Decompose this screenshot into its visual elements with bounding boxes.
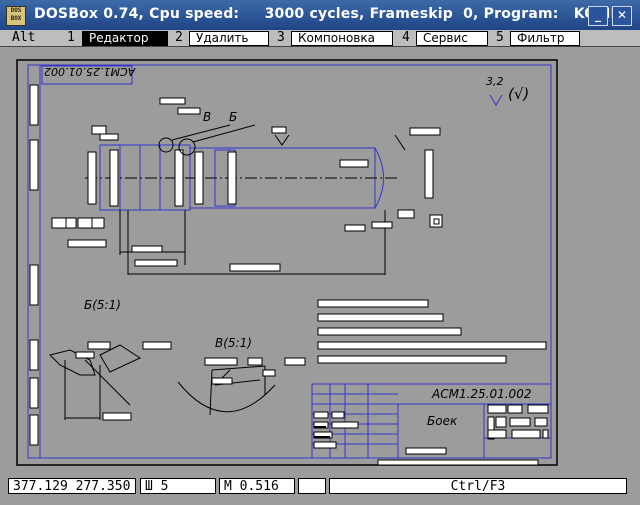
menu-number-5: 5: [496, 30, 504, 45]
window-title: DOSBox 0.74, Cpu speed: 3000 cycles, Fra…: [34, 6, 616, 22]
menu-number-2: 2: [175, 30, 183, 45]
coordinates-readout: 377.129 277.350: [8, 478, 136, 494]
menu-item-editor[interactable]: Редактор: [82, 31, 168, 46]
close-button[interactable]: ✕: [612, 6, 632, 26]
close-icon: ✕: [616, 8, 628, 22]
menu-item-layout[interactable]: Компоновка: [291, 31, 393, 46]
alt-label: Alt: [12, 30, 36, 45]
menu-number-1: 1: [67, 30, 75, 45]
detail-v-label: В(5:1): [215, 336, 252, 350]
rotated-stamp-code: АСМ1.25.01.002: [44, 65, 136, 78]
menu-bar: Alt 1 Редактор 2 Удалить 3 Компоновка 4 …: [0, 30, 640, 47]
drawing-sheet: [16, 59, 558, 466]
menu-item-delete[interactable]: Удалить: [189, 31, 269, 46]
part-name: Боек: [427, 414, 458, 428]
minimize-icon: _: [595, 8, 601, 22]
step-readout: Ш 5: [140, 478, 216, 494]
dosbox-app-icon[interactable]: DOS BOX: [6, 6, 26, 26]
detail-b-label: Б(5:1): [84, 298, 121, 312]
menu-number-3: 3: [277, 30, 285, 45]
roughness-value: 3,2: [486, 75, 504, 88]
menu-item-service[interactable]: Сервис: [416, 31, 488, 46]
section-label-b: Б: [229, 110, 238, 124]
dosbox-window: DOS BOX DOSBox 0.74, Cpu speed: 3000 cyc…: [0, 0, 640, 505]
scale-readout: М 0.516: [219, 478, 295, 494]
drawing-canvas[interactable]: АСМ1.25.01.002 3,2 (√) В Б Б(5:1) В(5:1)…: [0, 47, 640, 470]
status-bar: 377.129 277.350 Ш 5 М 0.516 Ctrl/F3: [0, 470, 640, 505]
menu-number-4: 4: [402, 30, 410, 45]
title-bar[interactable]: DOS BOX DOSBox 0.74, Cpu speed: 3000 cyc…: [0, 0, 640, 30]
roughness-mark: (√): [508, 85, 530, 103]
menu-item-filter[interactable]: Фильтр: [510, 31, 580, 46]
section-label-v: В: [203, 110, 212, 124]
status-empty-field: [298, 478, 326, 494]
minimize-button[interactable]: _: [588, 6, 608, 26]
hotkey-hint: Ctrl/F3: [329, 478, 627, 494]
title-block-code: АСМ1.25.01.002: [432, 387, 532, 401]
